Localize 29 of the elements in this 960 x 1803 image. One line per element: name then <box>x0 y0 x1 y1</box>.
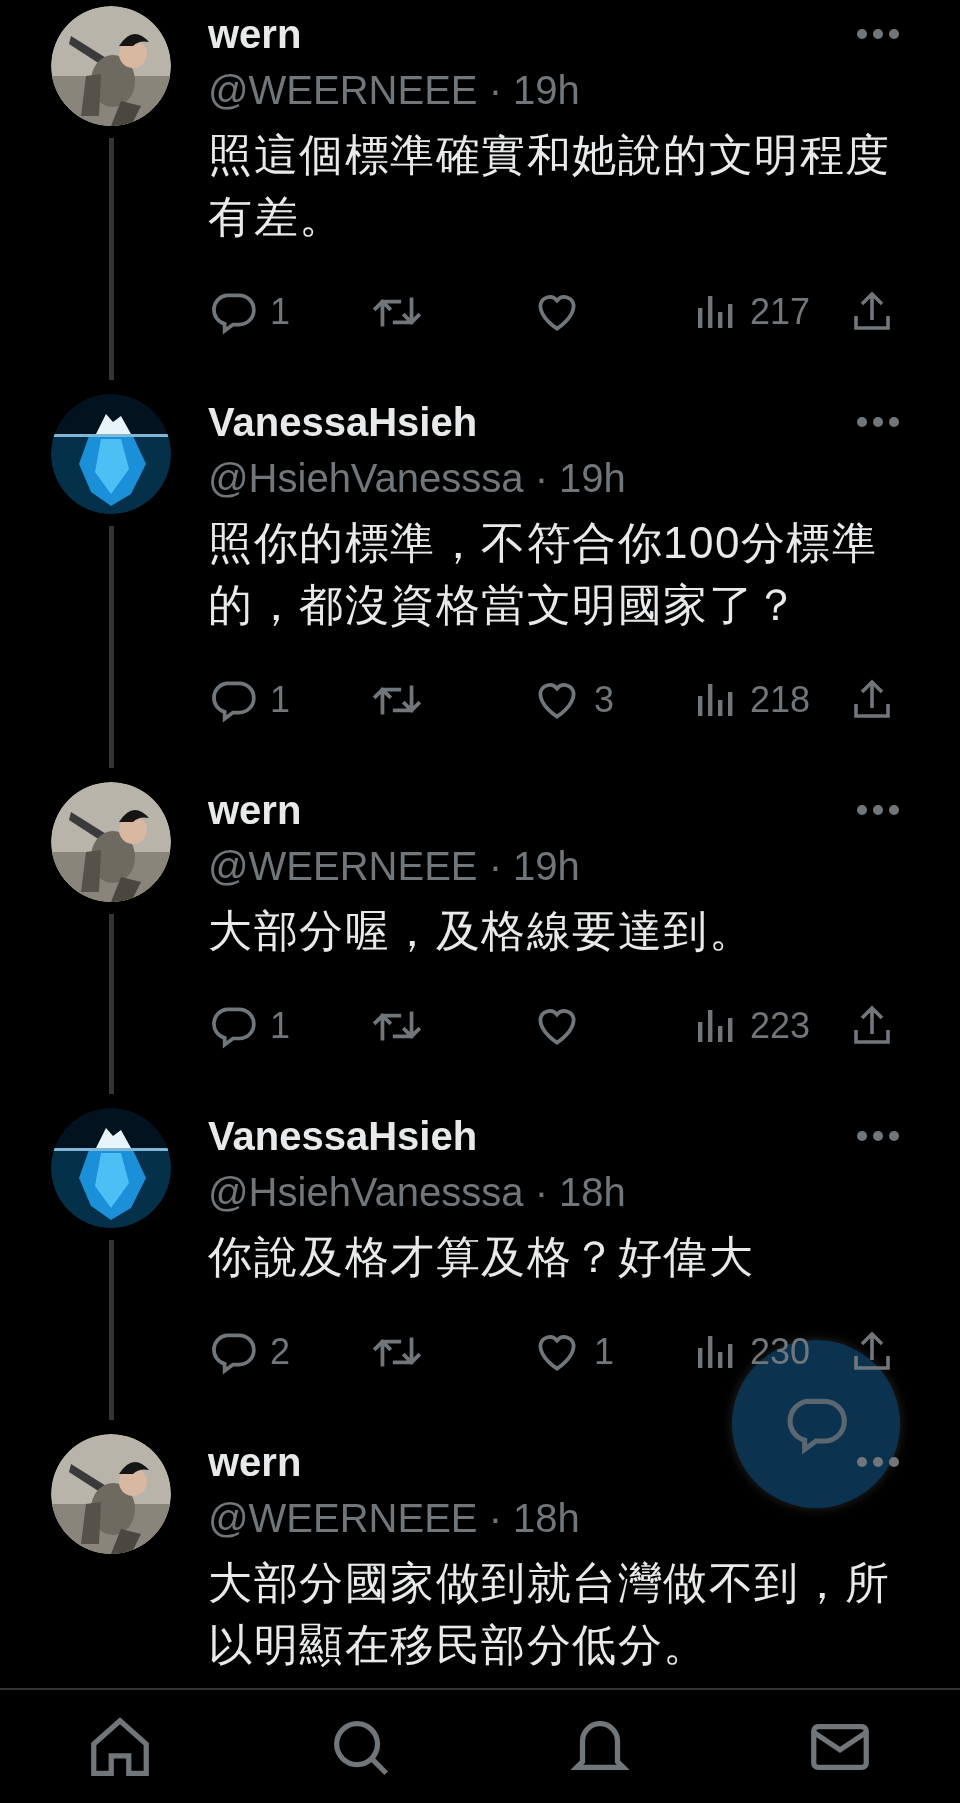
views-count: 223 <box>750 1005 811 1047</box>
user-handle: @HsiehVanesssa · 18h <box>208 1169 627 1216</box>
more-icon[interactable] <box>856 28 900 40</box>
user-name[interactable]: wern <box>208 11 302 57</box>
reply-count: 1 <box>270 679 291 721</box>
user-name[interactable]: wern <box>208 787 302 833</box>
user-handle: @WEERNEEE · 18h <box>208 1495 581 1542</box>
user-name[interactable]: wern <box>208 1439 302 1485</box>
views-count: 218 <box>750 679 811 721</box>
like-count: 3 <box>594 679 615 721</box>
reply-count: 1 <box>270 1005 291 1047</box>
tweet-text: 照這個標準確實和她說的文明程度有差。 <box>208 129 892 243</box>
tweet-text: 大部分喔，及格線要達到。 <box>208 905 755 957</box>
user-handle: @HsiehVanesssa · 19h <box>208 455 627 502</box>
tweet-text: 你說及格才算及格？好偉大 <box>208 1231 755 1283</box>
more-icon[interactable] <box>856 1456 900 1468</box>
more-icon[interactable] <box>856 804 900 816</box>
more-icon[interactable] <box>856 416 900 428</box>
reply-count: 2 <box>270 1331 291 1373</box>
more-icon[interactable] <box>856 1130 900 1142</box>
tweet-text: 大部分國家做到就台灣做不到，所以明顯在移民部分低分。 <box>208 1557 892 1671</box>
reply-count: 1 <box>270 291 291 333</box>
like-count: 1 <box>594 1331 615 1373</box>
user-handle: @WEERNEEE · 19h <box>208 843 581 890</box>
tweet-text: 照你的標準，不符合你100分標準的，都沒資格當文明國家了？ <box>208 517 879 631</box>
user-name[interactable]: VanessaHsieh <box>208 1113 478 1159</box>
views-count: 217 <box>750 291 811 333</box>
user-name[interactable]: VanessaHsieh <box>208 399 478 445</box>
user-handle: @WEERNEEE · 19h <box>208 67 581 114</box>
